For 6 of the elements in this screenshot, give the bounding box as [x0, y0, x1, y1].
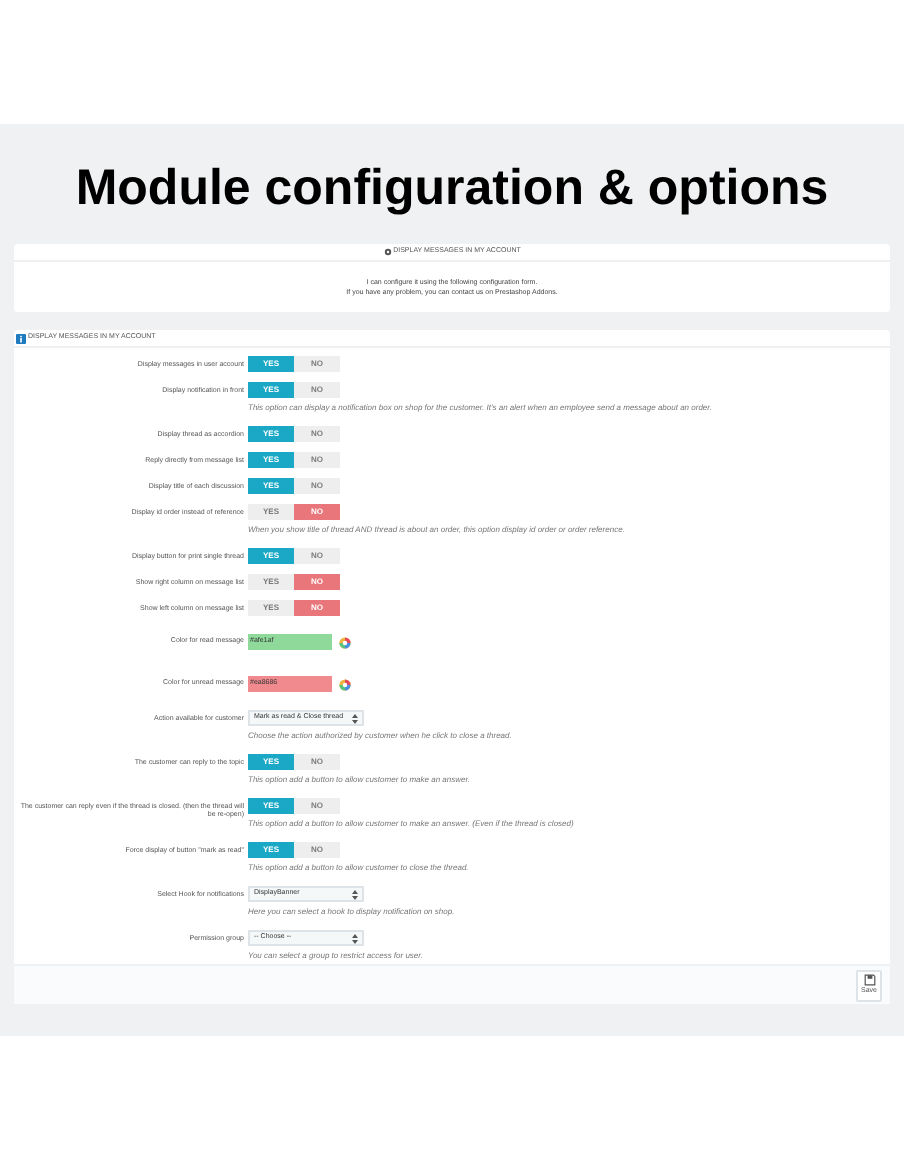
color-wheel-icon[interactable]	[338, 635, 352, 649]
page-heading: Module configuration & options	[73, 158, 831, 220]
color-wheel-icon[interactable]	[338, 677, 352, 691]
updown-caret-icon	[352, 889, 358, 899]
updown-caret-icon	[352, 933, 358, 943]
updown-caret-icon	[352, 713, 358, 723]
